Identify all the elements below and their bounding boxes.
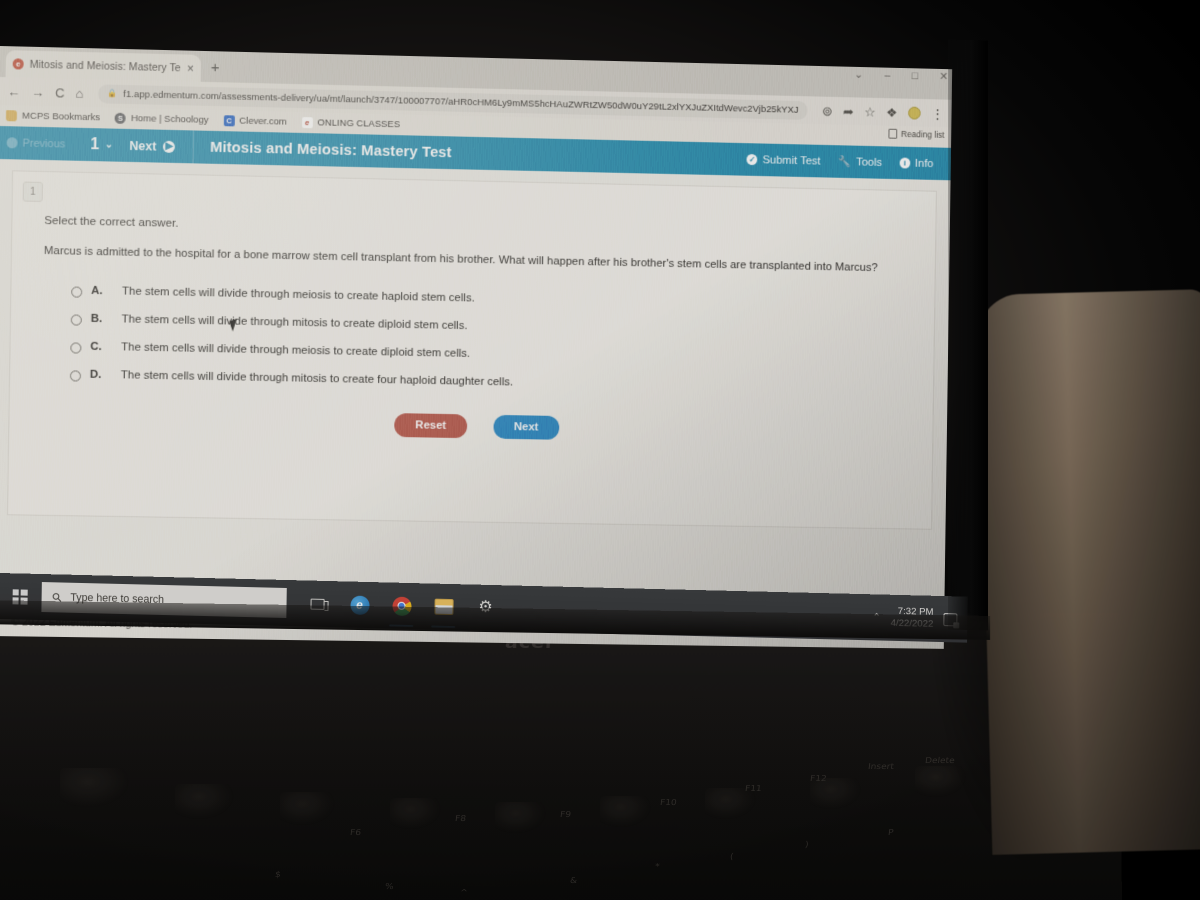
check-circle-icon: ✓ [746,154,758,166]
tools-button[interactable]: 🔧 Tools [838,155,882,169]
choice-text: The stem cells will divide through meios… [121,285,475,305]
screen-bezel-right [948,39,988,631]
choice-letter: D. [89,368,102,382]
bookmark-label: MCPS Bookmarks [21,110,101,124]
answer-choice-c[interactable]: C. The stem cells will divide through me… [70,341,906,370]
info-button[interactable]: i Info [899,157,934,170]
maximize-button[interactable]: □ [912,70,919,82]
foreground-object [977,289,1200,855]
tab-favicon-icon: e [12,58,24,70]
next-arrow-icon: ▶ [163,140,176,153]
page-viewport: Previous 1 ⌄ Next ▶ Mitosis and Meiosis:… [0,125,952,649]
lock-icon: 🔒 [107,88,118,98]
choice-letter: C. [90,340,102,354]
info-circle-icon: i [899,157,911,169]
profile-avatar[interactable] [908,106,921,120]
radio-button-icon[interactable] [70,314,82,326]
zoom-icon[interactable]: ⊚ [822,103,833,118]
question-number-badge: 1 [22,181,43,202]
extensions-puzzle-icon[interactable]: ❖ [886,105,897,120]
forward-icon[interactable]: → [31,84,44,99]
bookmark-clever-com[interactable]: C Clever.com [223,115,287,128]
radio-button-icon[interactable] [69,370,82,382]
submit-test-button[interactable]: ✓ Submit Test [746,153,821,168]
reload-icon[interactable]: C [55,85,65,100]
schoology-icon: S [114,112,127,124]
reset-button[interactable]: Reset [394,413,467,439]
choice-text: The stem cells will divide through meios… [121,341,471,361]
share-icon[interactable]: ➦ [843,104,854,119]
radio-button-icon[interactable] [71,286,83,298]
bookmark-label: Clever.com [239,115,287,128]
answer-choice-d[interactable]: D. The stem cells will divide through mi… [69,368,906,396]
answer-choice-list: A. The stem cells will divide through me… [69,285,907,397]
bookmark-label: Home | Schoology [130,113,209,126]
tab-close-icon[interactable]: × [187,61,194,75]
laptop-screen: e Mitosis and Meiosis: Mastery Te × + ⌄ … [0,46,953,649]
question-stem: Marcus is admitted to the hospital for a… [43,244,878,275]
reading-list-button[interactable]: Reading list [888,128,945,140]
choice-text: The stem cells will divide through mitos… [120,369,514,389]
previous-label: Previous [22,137,66,150]
page-title: Mitosis and Meiosis: Mastery Test [209,138,452,162]
reading-list-icon [888,128,898,139]
close-window-button[interactable]: ✕ [939,71,948,83]
question-directive: Select the correct answer. [44,213,179,230]
chevron-down-icon: ⌄ [104,139,114,151]
bookmark-mcps-bookmarks[interactable]: MCPS Bookmarks [5,110,101,124]
minimize-button[interactable]: – [884,70,890,82]
new-tab-button[interactable]: + [211,59,220,76]
chevron-down-icon[interactable]: ⌄ [854,69,863,81]
answer-choice-a[interactable]: A. The stem cells will divide through me… [71,285,907,315]
choice-text: The stem cells will divide through mitos… [121,313,468,333]
radio-button-icon[interactable] [70,342,82,354]
next-question-button[interactable]: Next ▶ [129,138,193,153]
reading-list-label: Reading list [901,129,945,140]
browser-menu-icon[interactable]: ⋮ [931,106,944,121]
window-controls: ⌄ – □ ✕ [854,69,948,83]
choice-letter: B. [90,312,103,326]
clever-icon: C [223,115,235,127]
wrench-icon: 🔧 [837,156,852,169]
home-icon[interactable]: ⌂ [75,85,83,100]
folder-icon [5,110,18,122]
previous-question-button[interactable]: Previous [0,136,84,150]
next-label: Next [129,138,157,154]
choice-letter: A. [91,284,103,298]
question-actions: Reset Next [41,407,905,446]
bookmark-onling-classes[interactable]: e ONLING CLASSES [301,117,401,131]
photograph-of-laptop-screen: acer F6 F8 F9 F10 F11 F12 Insert Delete … [0,0,1200,900]
question-selector[interactable]: 1 ⌄ [84,135,129,154]
bookmark-label: ONLING CLASSES [317,117,401,131]
current-question-number: 1 [90,135,100,153]
tools-label: Tools [856,156,883,169]
bookmark-star-icon[interactable]: ☆ [864,104,875,119]
back-icon[interactable]: ← [7,84,20,99]
bookmark-home-schoology[interactable]: S Home | Schoology [114,112,209,126]
tab-title: Mitosis and Meiosis: Mastery Te [29,58,181,74]
answer-choice-b[interactable]: B. The stem cells will divide through mi… [70,312,907,342]
info-label: Info [914,157,934,170]
submit-test-label: Submit Test [762,153,821,168]
next-button[interactable]: Next [493,414,560,440]
assessment-actions: ✓ Submit Test 🔧 Tools i Info [746,153,951,170]
edge-icon: e [301,117,313,129]
toolbar-right-actions: ⊚ ➦ ☆ ❖ ⋮ [818,103,944,121]
previous-icon [6,137,18,149]
question-card: 1 Select the correct answer. Marcus is a… [7,170,937,530]
